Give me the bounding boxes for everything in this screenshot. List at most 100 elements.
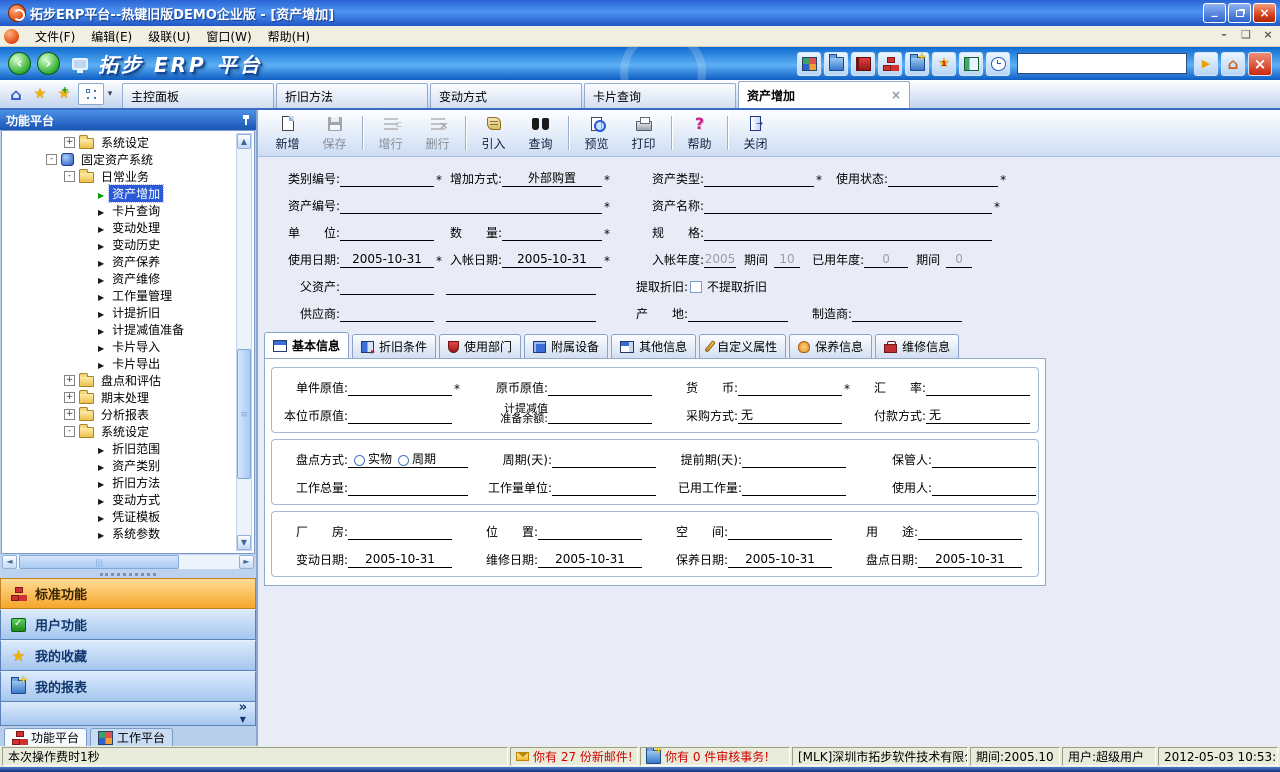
run-icon[interactable]: [1194, 52, 1218, 76]
book-year-input[interactable]: 2005: [704, 251, 736, 268]
nav-tab[interactable]: 资产增加×: [738, 81, 910, 108]
class-code-input[interactable]: [340, 170, 434, 187]
scrollbar-thumb[interactable]: ≡: [237, 349, 251, 479]
quick-search-input[interactable]: [1017, 53, 1187, 74]
asset-type-input[interactable]: [704, 170, 814, 187]
sidebar-panel-button[interactable]: 我的收藏: [0, 640, 256, 671]
close-button[interactable]: ×: [1253, 3, 1276, 23]
sidebar-panel-button[interactable]: 标准功能: [0, 578, 256, 609]
restore-button[interactable]: [1228, 3, 1251, 23]
panel-splitter[interactable]: [0, 570, 256, 578]
unit-input[interactable]: [340, 224, 434, 241]
cycle-days-input[interactable]: [552, 452, 656, 468]
exit-icon[interactable]: [1248, 52, 1272, 76]
tree-item[interactable]: 变动处理: [2, 219, 254, 236]
tree-item[interactable]: 卡片导出: [2, 355, 254, 372]
quick-launch-button[interactable]: [932, 52, 956, 76]
tree-item[interactable]: 资产维修: [2, 270, 254, 287]
period-input[interactable]: 0: [946, 251, 972, 268]
toolbar-button[interactable]: 帮助: [676, 112, 723, 154]
quick-launch-button[interactable]: [824, 52, 848, 76]
tree-item[interactable]: 资产保养: [2, 253, 254, 270]
chevron-icon[interactable]: »▼: [239, 702, 247, 726]
rate-input[interactable]: [926, 380, 1030, 396]
panel-overflow-bar[interactable]: »▼: [0, 702, 256, 726]
menu-item[interactable]: 级联(U): [140, 28, 198, 46]
tab-close-icon[interactable]: ×: [891, 88, 901, 102]
scroll-down-icon[interactable]: ▼: [237, 535, 251, 550]
tree-item[interactable]: 卡片查询: [2, 202, 254, 219]
toolbar-button[interactable]: 保存: [311, 112, 358, 154]
tab-list-button[interactable]: [78, 83, 104, 105]
back-button[interactable]: ‹: [8, 52, 31, 75]
radio-physical[interactable]: [354, 455, 365, 466]
tree-item[interactable]: + 分析报表: [2, 406, 254, 423]
mdi-close-button[interactable]: ×: [1260, 29, 1276, 43]
currency-input[interactable]: [738, 380, 842, 396]
detail-tab[interactable]: 自定义属性: [699, 334, 786, 358]
tree-vertical-scrollbar[interactable]: ▲ ≡ ▼: [236, 133, 252, 551]
tree-toggle-icon[interactable]: -: [64, 171, 75, 182]
book-date-input[interactable]: 2005-10-31: [502, 251, 602, 268]
scroll-left-icon[interactable]: ◄: [2, 555, 17, 569]
scrollbar-thumb[interactable]: |||: [19, 555, 179, 569]
origin-input[interactable]: [688, 305, 788, 322]
sidebar-bottom-tab[interactable]: 工作平台: [90, 728, 173, 746]
add-mode-input[interactable]: 外部购置: [502, 170, 602, 187]
detail-tab[interactable]: 折旧条件: [352, 334, 436, 358]
tree-item[interactable]: - 固定资产系统: [2, 151, 254, 168]
tab-list-dropdown[interactable]: ▾: [104, 83, 116, 105]
tree-toggle-icon[interactable]: +: [64, 137, 75, 148]
plant-input[interactable]: [348, 524, 452, 540]
tree-toggle-icon[interactable]: -: [46, 154, 57, 165]
quick-launch-button[interactable]: [905, 52, 929, 76]
impairment-input[interactable]: [548, 408, 652, 424]
toolbar-button[interactable]: 预览: [573, 112, 620, 154]
unit-value-input[interactable]: [348, 380, 452, 396]
usage-input[interactable]: [918, 524, 1022, 540]
tree-item[interactable]: 资产增加: [2, 185, 254, 202]
period-input[interactable]: 10: [774, 251, 800, 268]
detail-tab[interactable]: 附属设备: [524, 334, 608, 358]
tree-toggle-icon[interactable]: +: [64, 375, 75, 386]
no-depreciation-checkbox[interactable]: [690, 281, 702, 293]
quantity-input[interactable]: [502, 224, 602, 241]
parent-asset-name-input[interactable]: [446, 278, 596, 295]
tree-item[interactable]: - 日常业务: [2, 168, 254, 185]
asset-code-input[interactable]: [340, 197, 602, 214]
tree-item[interactable]: 计提减值准备: [2, 321, 254, 338]
supplier-name-input[interactable]: [446, 305, 596, 322]
sidebar-panel-button[interactable]: 用户功能: [0, 609, 256, 640]
status-mail[interactable]: 你有 27 份新邮件!: [510, 747, 638, 766]
total-work-input[interactable]: [348, 480, 468, 496]
nav-tab[interactable]: 变动方式×: [430, 83, 582, 108]
quick-launch-button[interactable]: [986, 52, 1010, 76]
minimize-button[interactable]: _: [1203, 3, 1226, 23]
radio-cycle[interactable]: [398, 455, 409, 466]
spec-input[interactable]: [704, 224, 992, 241]
status-audit[interactable]: 你有 0 件审核事务!: [640, 747, 790, 766]
detail-tab[interactable]: 维修信息: [875, 334, 959, 358]
home-exit-icon[interactable]: [1221, 52, 1245, 76]
used-work-input[interactable]: [742, 480, 846, 496]
tree-item[interactable]: 折旧方法: [2, 474, 254, 491]
menu-item[interactable]: 帮助(H): [260, 28, 318, 46]
toolbar-button[interactable]: 查询: [517, 112, 564, 154]
scroll-up-icon[interactable]: ▲: [237, 134, 251, 149]
sidebar-panel-button[interactable]: 我的报表: [0, 671, 256, 702]
quick-launch-button[interactable]: [797, 52, 821, 76]
orig-value-input[interactable]: [548, 380, 652, 396]
used-year-input[interactable]: 0: [864, 251, 908, 268]
check-date-input[interactable]: 2005-10-31: [918, 552, 1022, 568]
tree-item[interactable]: 卡片导入: [2, 338, 254, 355]
work-unit-input[interactable]: [552, 480, 656, 496]
use-status-input[interactable]: [888, 170, 998, 187]
quick-launch-button[interactable]: [959, 52, 983, 76]
tree-item[interactable]: 变动方式: [2, 491, 254, 508]
tree-item[interactable]: 系统参数: [2, 525, 254, 542]
tree-item[interactable]: 变动历史: [2, 236, 254, 253]
favorite-add-button[interactable]: [52, 82, 76, 106]
nav-tab[interactable]: 折旧方法×: [276, 83, 428, 108]
tree-item[interactable]: + 期末处理: [2, 389, 254, 406]
menu-item[interactable]: 窗口(W): [198, 28, 259, 46]
